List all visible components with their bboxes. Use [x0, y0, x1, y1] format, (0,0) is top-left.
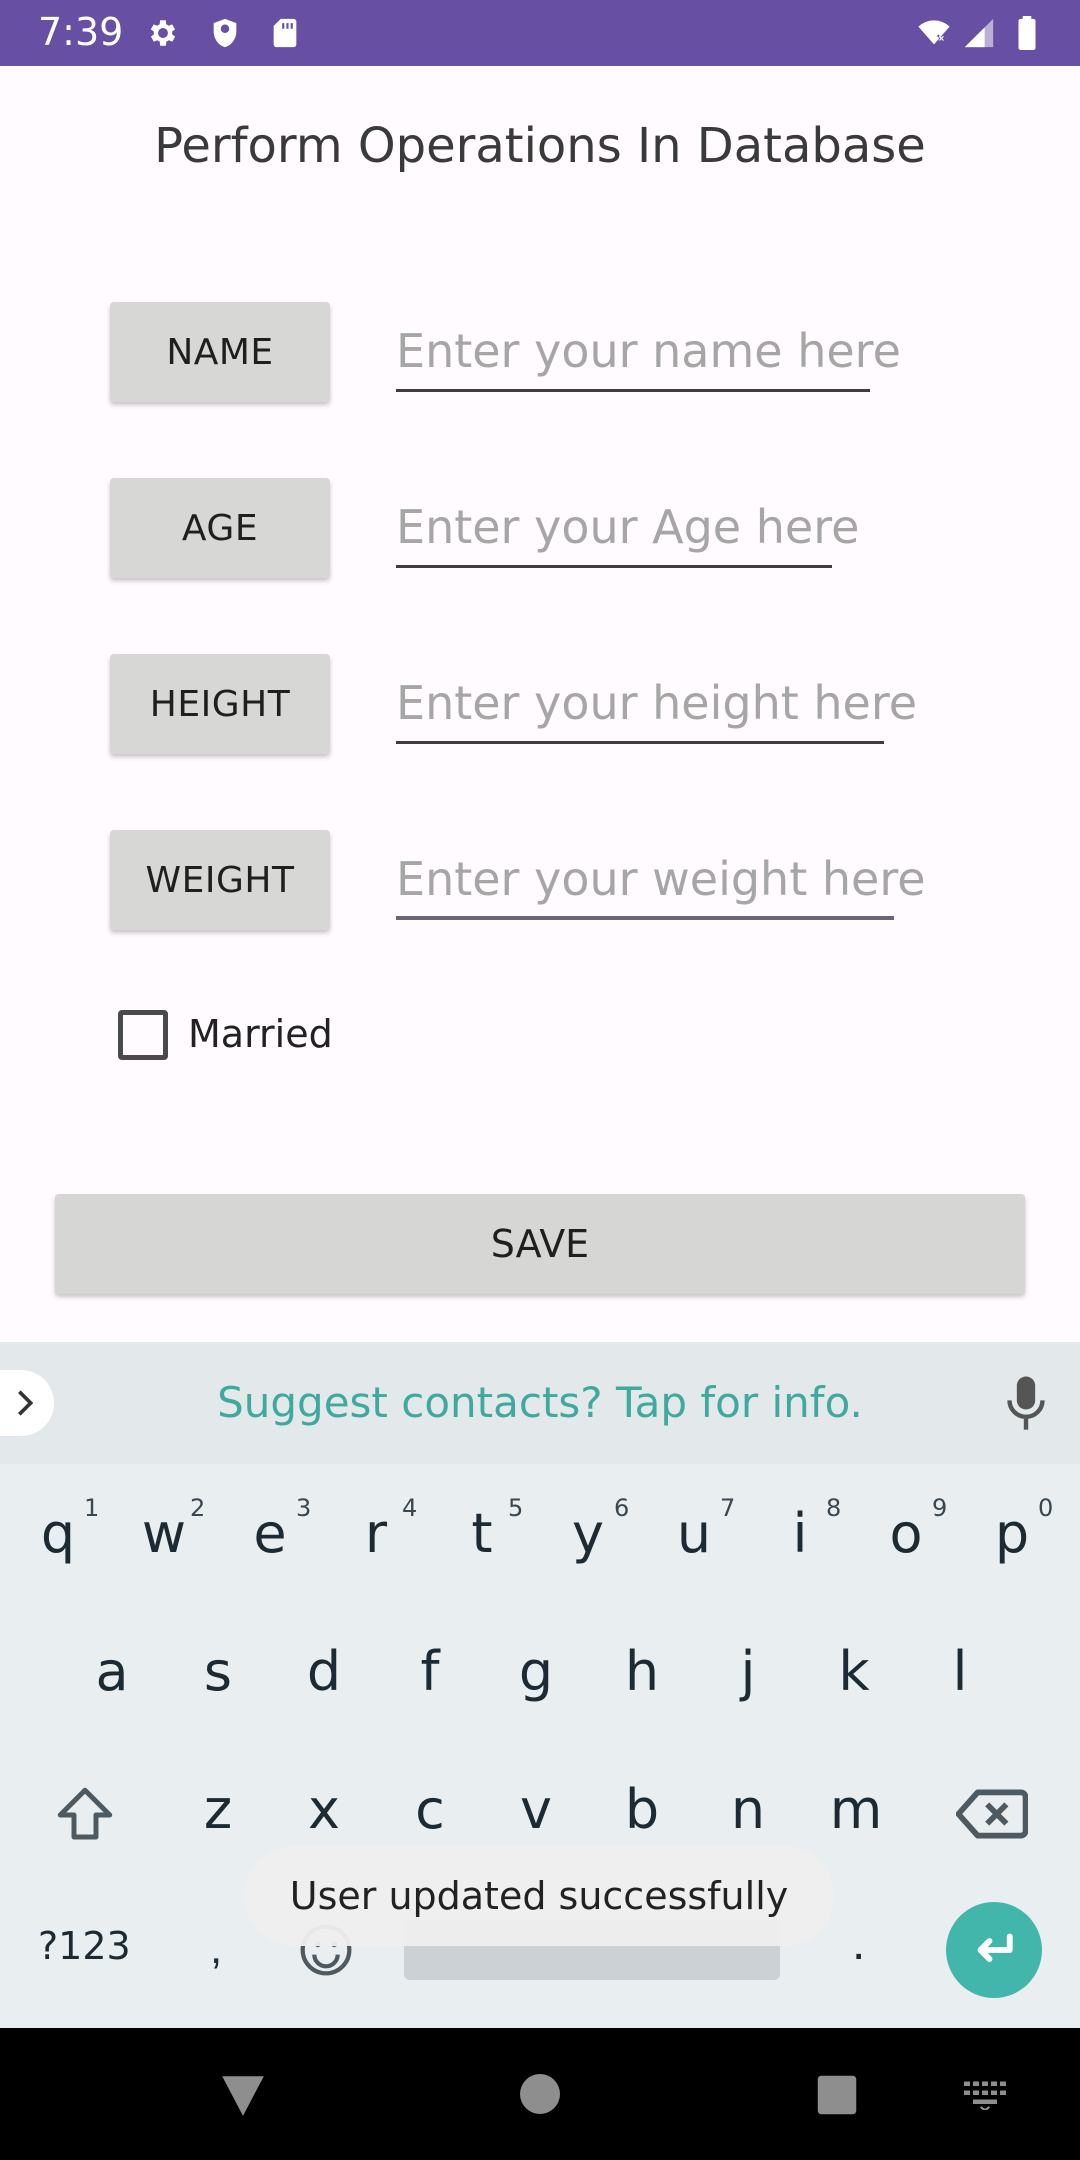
- status-time: 7:39: [38, 10, 124, 54]
- key-y[interactable]: y6: [538, 1494, 638, 1565]
- key-c[interactable]: c: [380, 1778, 480, 1841]
- key-f[interactable]: f: [380, 1640, 480, 1703]
- key-h[interactable]: h: [592, 1640, 692, 1703]
- suggestion-text[interactable]: Suggest contacts? Tap for info.: [0, 1378, 1080, 1427]
- shift-icon[interactable]: [52, 1782, 118, 1848]
- back-icon[interactable]: [218, 2072, 268, 2118]
- key-s[interactable]: s: [168, 1640, 268, 1703]
- key-o[interactable]: o9: [856, 1494, 956, 1565]
- age-input[interactable]: Enter your Age here: [396, 488, 859, 568]
- key-d[interactable]: d: [274, 1640, 374, 1703]
- battery-icon: [1012, 16, 1042, 50]
- key-b[interactable]: b: [592, 1778, 692, 1841]
- key-g[interactable]: g: [486, 1640, 586, 1703]
- key-v[interactable]: v: [486, 1778, 586, 1841]
- key-q[interactable]: q1: [8, 1494, 108, 1565]
- key-j[interactable]: j: [698, 1640, 798, 1703]
- name-button[interactable]: NAME: [110, 302, 330, 402]
- key-a[interactable]: a: [62, 1640, 162, 1703]
- height-input[interactable]: Enter your height here: [396, 664, 917, 744]
- key-l[interactable]: l: [910, 1640, 1010, 1703]
- key-k[interactable]: k: [804, 1640, 904, 1703]
- suggestion-strip: Suggest contacts? Tap for info.: [0, 1342, 1080, 1464]
- key-e[interactable]: e3: [220, 1494, 320, 1565]
- key-m[interactable]: m: [806, 1778, 906, 1841]
- key-t[interactable]: t5: [432, 1494, 532, 1565]
- recents-icon[interactable]: [816, 2074, 858, 2116]
- gear-icon: [146, 16, 180, 50]
- name-input[interactable]: Enter your name here: [396, 312, 901, 392]
- weight-input[interactable]: Enter your weight here: [396, 840, 926, 920]
- key-w[interactable]: w2: [114, 1494, 214, 1565]
- height-button[interactable]: HEIGHT: [110, 654, 330, 754]
- married-checkbox[interactable]: [118, 1010, 168, 1060]
- home-icon[interactable]: [520, 2074, 560, 2114]
- key-u[interactable]: u7: [644, 1494, 744, 1565]
- weight-button[interactable]: WEIGHT: [110, 830, 330, 930]
- backspace-icon[interactable]: [955, 1786, 1029, 1842]
- status-bar: 7:39: [0, 0, 1080, 66]
- key-r[interactable]: r4: [326, 1494, 426, 1565]
- key-n[interactable]: n: [698, 1778, 798, 1841]
- signal-icon: [962, 16, 996, 50]
- wifi-icon: [912, 16, 956, 50]
- key-comma[interactable]: ,: [210, 1924, 222, 1974]
- age-button[interactable]: AGE: [110, 478, 330, 578]
- navigation-bar: [0, 2028, 1080, 2160]
- enter-icon[interactable]: [946, 1902, 1042, 1998]
- save-button[interactable]: SAVE: [55, 1194, 1025, 1294]
- microphone-icon[interactable]: [1004, 1374, 1048, 1434]
- key-z[interactable]: z: [168, 1778, 268, 1841]
- key-p[interactable]: p0: [962, 1494, 1062, 1565]
- toast-message: User updated successfully: [244, 1846, 834, 1946]
- keyboard-icon[interactable]: [962, 2080, 1008, 2110]
- key-i[interactable]: i8: [750, 1494, 850, 1565]
- symbols-key[interactable]: ?123: [38, 1924, 131, 1968]
- page-title: Perform Operations In Database: [154, 118, 926, 174]
- married-label[interactable]: Married: [188, 1012, 333, 1056]
- key-x[interactable]: x: [274, 1778, 374, 1841]
- shield-icon: [208, 16, 242, 50]
- key-period[interactable]: .: [852, 1916, 865, 1971]
- sd-card-icon: [268, 16, 302, 50]
